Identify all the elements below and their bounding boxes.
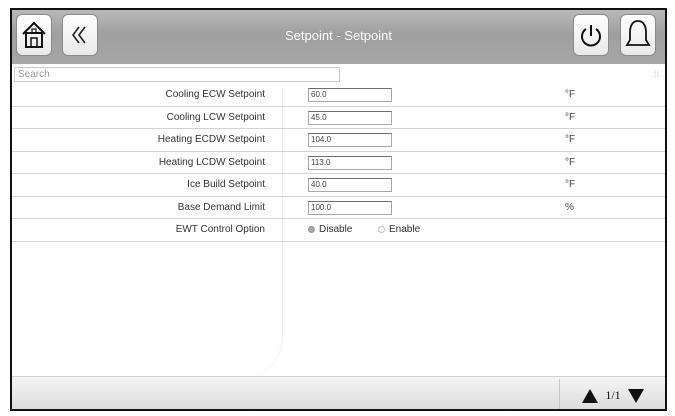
value-field[interactable]: 113.0 [308, 155, 392, 170]
app-frame: Setpoint - Setpoint Search ⁞⁞ Cooling EC… [10, 8, 667, 411]
power-icon [581, 25, 601, 47]
page-indicator: 1/1 [605, 388, 621, 402]
radio-label: Disable [319, 224, 353, 235]
row-label: Ice Build Setpoint [187, 179, 265, 190]
home-icon [22, 21, 46, 48]
table-row: Ice Build Setpoint 40.0 °F [12, 174, 665, 197]
value-field[interactable]: 45.0 [308, 110, 392, 125]
radio-disable[interactable]: Disable [308, 224, 352, 235]
row-label: EWT Control Option [175, 224, 265, 235]
setpoint-table: Cooling ECW Setpoint 60.0 °F Cooling LCW… [12, 84, 665, 242]
radio-enable[interactable]: Enable [378, 224, 420, 235]
power-button[interactable] [573, 14, 609, 56]
radio-unselected-icon [378, 226, 385, 233]
alarm-button[interactable] [620, 14, 656, 56]
unit-label: °F [565, 179, 576, 190]
pager: 1/1 [559, 379, 665, 409]
unit-label: °F [565, 134, 576, 145]
value-field[interactable]: 60.0 [308, 88, 392, 102]
table-row: Heating LCDW Setpoint 113.0 °F [12, 152, 665, 174]
table-row: Cooling LCW Setpoint 45.0 °F [12, 107, 665, 129]
search-input[interactable]: Search [14, 67, 340, 82]
row-label: Base Demand Limit [177, 201, 265, 213]
table-row: Heating ECDW Setpoint 104.0 °F [12, 129, 665, 152]
value-field[interactable]: 40.0 [308, 178, 392, 192]
home-button[interactable] [16, 14, 52, 56]
unit-label: % [565, 201, 574, 213]
back-chevron-icon [72, 26, 86, 44]
table-row-ewt: EWT Control Option Disable Enable [12, 219, 665, 242]
value-field[interactable]: 104.0 [308, 133, 392, 147]
table-row: Base Demand Limit 100.0 % [12, 197, 665, 219]
down-triangle-icon[interactable] [627, 388, 645, 404]
bell-icon [625, 20, 651, 46]
header-bar: Setpoint - Setpoint [12, 10, 665, 64]
table-row: Cooling ECW Setpoint 60.0 °F [12, 84, 665, 107]
row-label: Cooling ECW Setpoint [165, 89, 266, 100]
footer-bar: 1/1 [12, 376, 665, 409]
value-field[interactable]: 100.0 [308, 200, 392, 215]
radio-selected-icon [308, 226, 315, 233]
unit-label: °F [565, 156, 576, 168]
unit-label: °F [565, 111, 576, 123]
radio-label: Enable [389, 224, 421, 235]
unit-label: °F [565, 89, 576, 100]
up-triangle-icon[interactable] [581, 388, 599, 404]
resize-grip-icon: ⁞⁞ [653, 69, 659, 79]
page-title: Setpoint - Setpoint [285, 28, 392, 43]
row-label: Heating LCDW Setpoint [158, 156, 265, 168]
row-label: Heating ECDW Setpoint [157, 134, 265, 145]
row-label: Cooling LCW Setpoint [166, 111, 265, 123]
back-button[interactable] [62, 14, 98, 56]
